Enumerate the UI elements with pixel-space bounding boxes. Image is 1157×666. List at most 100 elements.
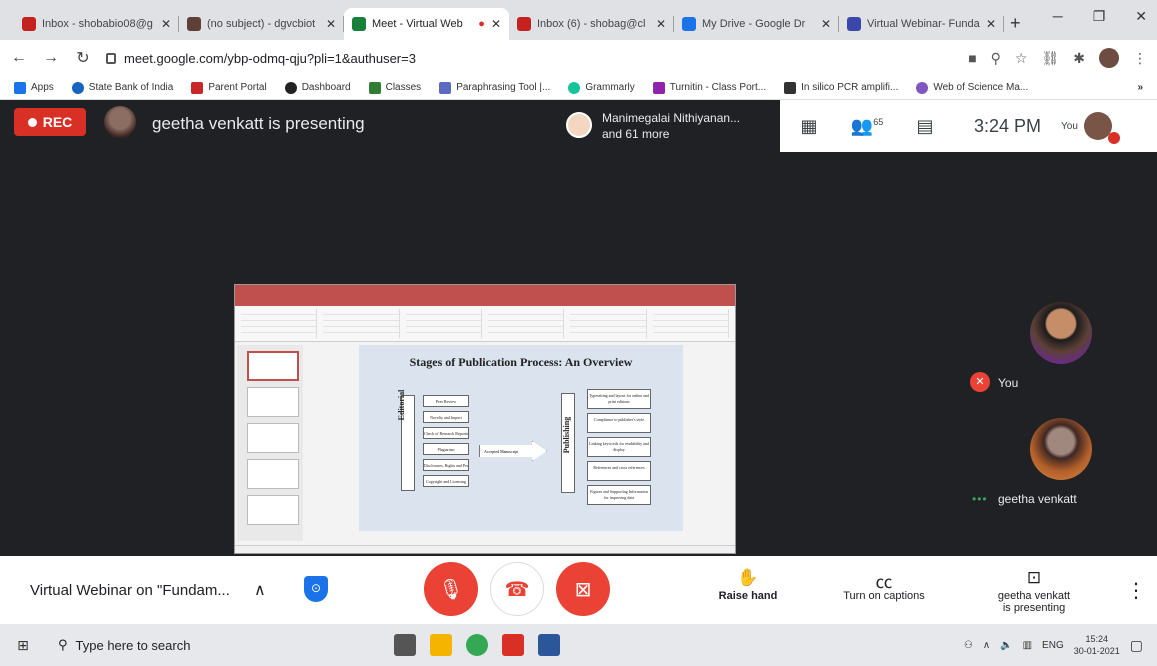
- tab-drive[interactable]: My Drive - Google Dr ✕: [674, 8, 839, 40]
- bookmark-paraphrasing[interactable]: Paraphrasing Tool |...: [439, 81, 550, 94]
- mic-off-icon: ✕: [970, 372, 990, 392]
- extensions-icon[interactable]: ✱: [1073, 50, 1085, 67]
- close-tab-icon[interactable]: ✕: [161, 17, 171, 31]
- self-avatar[interactable]: [1083, 112, 1120, 144]
- clock-time: 15:24: [1085, 634, 1108, 644]
- bookmark-insilico[interactable]: In silico PCR amplifi...: [784, 81, 898, 94]
- minimize-icon[interactable]: ─: [1053, 8, 1063, 25]
- system-clock[interactable]: 15:24 30-01-2021: [1074, 633, 1120, 657]
- windows-start-icon[interactable]: ⊞: [0, 637, 46, 654]
- word-icon[interactable]: [538, 634, 560, 656]
- tab-forms[interactable]: Virtual Webinar- Funda ✕: [839, 8, 1004, 40]
- new-tab-button[interactable]: +: [1010, 8, 1021, 40]
- bookmark-star-icon[interactable]: ☆: [1015, 50, 1028, 67]
- more-bookmarks-icon[interactable]: »: [1137, 82, 1143, 93]
- bookmark-label: Turnitin - Class Port...: [669, 82, 767, 93]
- close-tab-icon[interactable]: ✕: [986, 17, 996, 31]
- publishing-label: Publishing: [562, 416, 571, 454]
- presenting-status: geetha venkatt is presenting: [152, 114, 365, 133]
- tab-meet[interactable]: Meet - Virtual Web ● ✕: [344, 8, 509, 40]
- people-icon[interactable]: 👥65: [838, 116, 896, 137]
- bookmark-web-of-science[interactable]: Web of Science Ma...: [916, 81, 1028, 94]
- accepted-manuscript-arrow: Accepted Manuscript: [479, 441, 547, 461]
- publishing-stage: Figures and Supporting Information for i…: [587, 485, 651, 505]
- hand-icon: ✋: [737, 568, 759, 587]
- bookmark-dashboard[interactable]: Dashboard: [284, 81, 351, 94]
- camera-permission-icon[interactable]: ■: [968, 50, 976, 66]
- sbi-icon: [71, 81, 84, 94]
- gmail-icon: [517, 17, 531, 31]
- chrome-icon[interactable]: [466, 634, 488, 656]
- profile-avatar[interactable]: [1099, 48, 1119, 68]
- meeting-title[interactable]: Virtual Webinar on "Fundam...: [30, 582, 230, 599]
- chevron-up-icon[interactable]: ∧: [983, 640, 990, 651]
- bookmark-label: Dashboard: [301, 82, 351, 93]
- grammarly-icon: [568, 81, 581, 94]
- link-icon[interactable]: ⛓: [1041, 50, 1059, 67]
- rec-label: REC: [42, 114, 73, 130]
- editorial-stage: Check of Research Reporting: [423, 427, 469, 439]
- dashboard-icon: [284, 81, 297, 94]
- toggle-camera-button[interactable]: ⊠: [556, 562, 610, 616]
- bookmark-grammarly[interactable]: Grammarly: [568, 81, 635, 94]
- close-tab-icon[interactable]: ✕: [491, 17, 501, 31]
- layout-grid-icon[interactable]: ▦: [780, 116, 838, 137]
- task-view-icon[interactable]: [394, 634, 416, 656]
- browser-toolbar: ← → ↻ meet.google.com/ybp-odmq-qju?pli=1…: [0, 40, 1157, 76]
- bookmark-apps[interactable]: Apps: [14, 81, 54, 94]
- meet-clock: 3:24 PM: [974, 115, 1042, 136]
- close-tab-icon[interactable]: ✕: [656, 17, 666, 31]
- notifications-icon[interactable]: ▢: [1130, 637, 1143, 654]
- search-icon: ⚲: [58, 637, 68, 652]
- tab-inbox-6[interactable]: Inbox (6) - shobag@cl ✕: [509, 8, 674, 40]
- bookmark-sbi[interactable]: State Bank of India: [71, 81, 173, 94]
- reload-icon[interactable]: ↻: [74, 48, 92, 68]
- close-tab-icon[interactable]: ✕: [326, 17, 336, 31]
- chat-icon[interactable]: ▤: [896, 116, 954, 137]
- chevron-up-icon[interactable]: ∧: [254, 580, 266, 600]
- file-explorer-icon[interactable]: [430, 634, 452, 656]
- bookmark-turnitin[interactable]: Turnitin - Class Port...: [652, 81, 767, 94]
- taskbar-search[interactable]: ⚲ Type here to search: [46, 630, 336, 660]
- slide-thumbnail: [247, 459, 299, 489]
- raise-hand-button[interactable]: ✋ Raise hand: [706, 568, 790, 602]
- more-options-dots-icon[interactable]: •••: [972, 492, 988, 506]
- leave-call-button[interactable]: ☎: [490, 562, 544, 616]
- ppt-status-bar: [235, 545, 735, 553]
- restore-icon[interactable]: ❐: [1093, 8, 1106, 25]
- address-bar[interactable]: meet.google.com/ybp-odmq-qju?pli=1&authu…: [106, 45, 954, 71]
- participants-summary[interactable]: Manimegalai Nithiyanan... and 61 more: [602, 110, 740, 142]
- recording-indicator-icon: ●: [478, 18, 485, 30]
- tab-inbox-1[interactable]: Inbox - shobabio08@g ✕: [14, 8, 179, 40]
- security-shield-icon[interactable]: ⊙: [304, 576, 328, 602]
- tab-no-subject[interactable]: (no subject) - dgvcbiot ✕: [179, 8, 344, 40]
- bookmark-classes[interactable]: Classes: [368, 81, 421, 94]
- participant-avatar: [566, 112, 592, 138]
- present-button[interactable]: ⊡ geetha venkatt is presenting: [984, 568, 1084, 614]
- language-indicator[interactable]: ENG: [1042, 640, 1064, 651]
- presenter-tile-name: geetha venkatt: [998, 492, 1077, 506]
- toggle-mic-button[interactable]: 🎙: [424, 562, 478, 616]
- apps-grid-icon: [14, 81, 26, 94]
- bookmark-parent-portal[interactable]: Parent Portal: [191, 81, 267, 94]
- captions-button[interactable]: ㏄ Turn on captions: [826, 568, 942, 602]
- close-window-icon[interactable]: ✕: [1135, 8, 1147, 25]
- publishing-stage: Linking keywords for readability and dis…: [587, 437, 651, 457]
- turnitin-icon: [652, 81, 665, 94]
- ppt-menu-bar: [235, 297, 735, 306]
- publishing-stage: References and cross references: [587, 461, 651, 481]
- network-icon[interactable]: ▥: [1023, 640, 1032, 651]
- slide-thumbnail: [247, 387, 299, 417]
- ppt-ribbon: [235, 306, 735, 342]
- tab-title: Meet - Virtual Web: [372, 18, 463, 30]
- powerpoint-icon[interactable]: [502, 634, 524, 656]
- person-icon[interactable]: ⚇: [964, 640, 973, 651]
- volume-icon[interactable]: 🔈: [1000, 640, 1012, 651]
- hang-up-icon: ☎: [504, 578, 530, 601]
- zoom-icon[interactable]: ⚲: [991, 50, 1001, 67]
- close-tab-icon[interactable]: ✕: [821, 17, 831, 31]
- menu-icon[interactable]: ⋮: [1133, 50, 1147, 67]
- forward-icon[interactable]: →: [42, 49, 60, 67]
- back-icon[interactable]: ←: [10, 49, 28, 67]
- more-options-icon[interactable]: ⋮: [1126, 578, 1146, 603]
